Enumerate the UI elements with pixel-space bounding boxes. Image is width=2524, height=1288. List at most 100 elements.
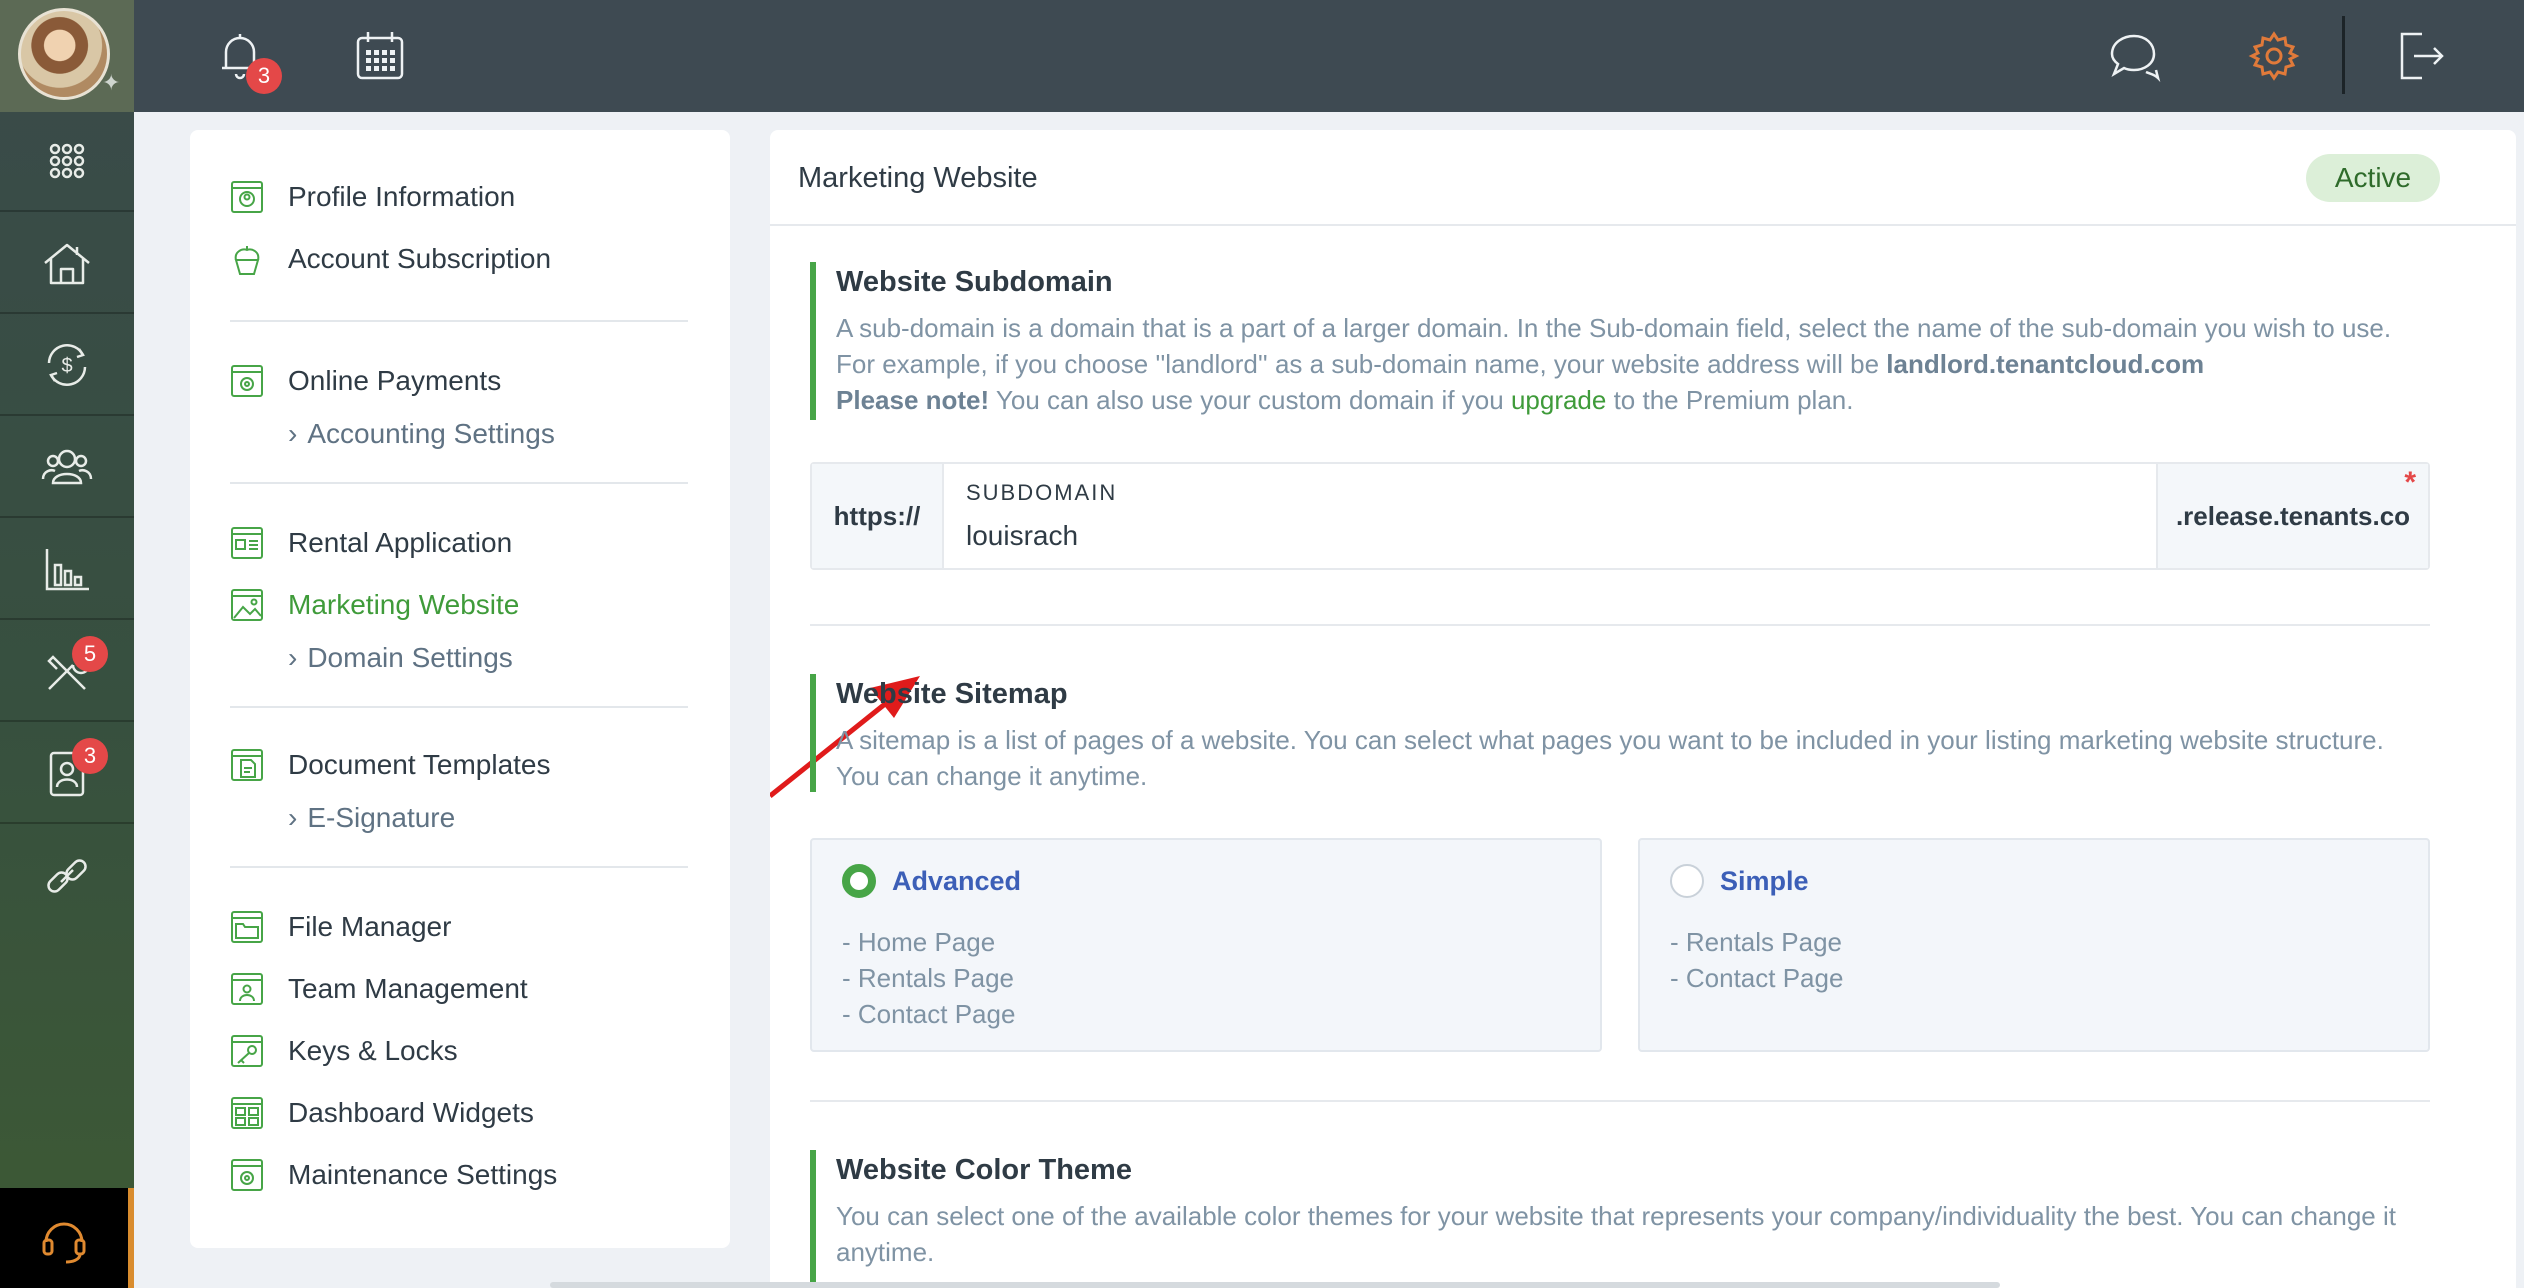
settings-menu: Profile Information Account Subscription… xyxy=(190,130,730,1248)
page-title: Marketing Website xyxy=(798,162,1038,194)
menu-divider xyxy=(230,482,688,484)
page-item: - Home Page xyxy=(842,927,996,957)
chat-icon xyxy=(2110,34,2161,83)
cupcake-icon xyxy=(234,246,260,275)
notifications-button[interactable]: 3 xyxy=(208,24,282,94)
simple-radio[interactable] xyxy=(1670,864,1704,898)
section-divider xyxy=(810,1100,2430,1102)
section-description: You can select one of the available colo… xyxy=(836,1201,2396,1267)
applications-icon[interactable]: 3 xyxy=(0,724,134,824)
avatar[interactable] xyxy=(18,8,110,100)
submenu-e-signature[interactable]: › E-Signature xyxy=(288,802,455,834)
menu-divider xyxy=(230,866,688,868)
submenu-label: Accounting Settings xyxy=(307,418,555,449)
menu-item-document-templates[interactable]: Document Templates xyxy=(230,748,551,782)
domain-suffix: .release.tenants.co * xyxy=(2156,464,2428,568)
note-label: Please note! xyxy=(836,385,990,415)
chevron-right-icon: › xyxy=(288,642,298,673)
subdomain-field-group: https:// SUBDOMAIN .release.tenants.co * xyxy=(810,462,2430,570)
team-icon xyxy=(231,973,263,1005)
help-button[interactable] xyxy=(0,1188,134,1288)
section-description: A sub-domain is a domain that is a part … xyxy=(836,310,2430,418)
menu-item-dashboard-widgets[interactable]: Dashboard Widgets xyxy=(230,1096,534,1130)
avatar-area: ✦ xyxy=(0,0,134,112)
menu-item-account-subscription[interactable]: Account Subscription xyxy=(230,242,551,276)
menu-item-marketing-website[interactable]: Marketing Website xyxy=(230,588,519,622)
scroll-shadow xyxy=(550,1282,2000,1288)
section-divider xyxy=(810,624,2430,626)
domain-suffix-text: .release.tenants.co xyxy=(2175,500,2411,531)
applications-badge: 3 xyxy=(72,738,108,774)
menu-item-online-payments[interactable]: Online Payments xyxy=(230,364,501,398)
apps-grid-icon[interactable] xyxy=(0,112,134,212)
menu-item-keys-locks[interactable]: Keys & Locks xyxy=(230,1034,458,1068)
menu-item-label: Account Subscription xyxy=(288,243,552,274)
menu-item-label: Online Payments xyxy=(288,365,502,396)
menu-item-label: Document Templates xyxy=(288,749,551,780)
logout-button[interactable] xyxy=(2388,24,2452,88)
chat-button[interactable] xyxy=(2102,24,2166,88)
menu-divider xyxy=(230,706,688,708)
subdomain-label: SUBDOMAIN xyxy=(966,480,1118,505)
submenu-accounting-settings[interactable]: › Accounting Settings xyxy=(288,418,555,450)
upgrade-link[interactable]: upgrade xyxy=(1511,385,1606,415)
color-theme-section: Website Color Theme You can select one o… xyxy=(810,1150,2430,1288)
chevron-right-icon: › xyxy=(288,802,298,833)
menu-item-rental-application[interactable]: Rental Application xyxy=(230,526,512,560)
page-item: - Contact Page xyxy=(842,999,1016,1029)
menu-item-label: Rental Application xyxy=(288,527,513,558)
subdomain-section: Website Subdomain A sub-domain is a doma… xyxy=(810,262,2430,420)
option-pages: - Rentals Page - Contact Page xyxy=(1670,924,1843,996)
chevron-right-icon: › xyxy=(288,418,298,449)
note-text: You can also use your custom domain if y… xyxy=(989,385,1511,415)
sitemap-option-advanced[interactable]: Advanced - Home Page - Rentals Page - Co… xyxy=(810,838,1602,1052)
payments-icon[interactable]: $ xyxy=(0,316,134,416)
advanced-radio[interactable] xyxy=(842,864,876,898)
section-description: A sitemap is a list of pages of a websit… xyxy=(836,725,2384,791)
menu-item-team-management[interactable]: Team Management xyxy=(230,972,528,1006)
status-badge: Active xyxy=(2306,154,2440,202)
option-pages: - Home Page - Rentals Page - Contact Pag… xyxy=(842,924,1015,1032)
subdomain-field[interactable]: SUBDOMAIN xyxy=(944,464,2156,568)
section-title: Website Sitemap xyxy=(836,678,1068,710)
gear-icon xyxy=(2248,31,2300,81)
menu-item-label: Maintenance Settings xyxy=(288,1159,558,1190)
maintenance-settings-icon xyxy=(231,1159,263,1191)
reports-icon[interactable] xyxy=(0,520,134,620)
key-icon xyxy=(231,1035,263,1067)
submenu-label: E-Signature xyxy=(307,802,456,833)
top-bar: 3 xyxy=(134,0,2524,112)
page-item: - Rentals Page xyxy=(1670,927,1842,957)
pin-icon[interactable]: ✦ xyxy=(102,70,120,96)
page-item: - Contact Page xyxy=(1670,963,1844,993)
menu-item-profile-information[interactable]: Profile Information xyxy=(230,180,515,214)
panel-header: Marketing Website Active xyxy=(770,130,2516,226)
maintenance-icon[interactable]: 5 xyxy=(0,622,134,722)
properties-icon[interactable] xyxy=(0,214,134,314)
section-title: Website Color Theme xyxy=(836,1154,1132,1186)
settings-button[interactable] xyxy=(2242,24,2306,88)
menu-item-label: Dashboard Widgets xyxy=(288,1097,534,1128)
link-icon[interactable] xyxy=(0,826,134,926)
users-icon[interactable] xyxy=(0,418,134,518)
maintenance-badge: 5 xyxy=(72,636,108,672)
document-icon xyxy=(231,749,263,781)
topbar-divider xyxy=(2342,16,2345,94)
subdomain-input[interactable] xyxy=(966,520,1866,552)
menu-item-file-manager[interactable]: File Manager xyxy=(230,910,451,944)
folder-icon xyxy=(231,911,263,943)
sitemap-option-simple[interactable]: Simple - Rentals Page - Contact Page xyxy=(1638,838,2430,1052)
notifications-badge: 3 xyxy=(246,58,282,94)
calendar-icon xyxy=(356,32,404,80)
menu-item-label: Profile Information xyxy=(288,181,516,212)
widgets-icon xyxy=(231,1097,263,1129)
left-rail: ✦ $ 5 3 xyxy=(0,0,134,1288)
submenu-domain-settings[interactable]: › Domain Settings xyxy=(288,642,513,674)
menu-item-label: Keys & Locks xyxy=(288,1035,458,1066)
calendar-button[interactable] xyxy=(348,24,412,88)
option-label: Simple xyxy=(1720,866,1809,896)
example-domain: landlord.tenantcloud.com xyxy=(1886,349,2205,379)
menu-divider xyxy=(230,320,688,322)
section-title: Website Subdomain xyxy=(836,266,1113,298)
menu-item-maintenance-settings[interactable]: Maintenance Settings xyxy=(230,1158,557,1192)
